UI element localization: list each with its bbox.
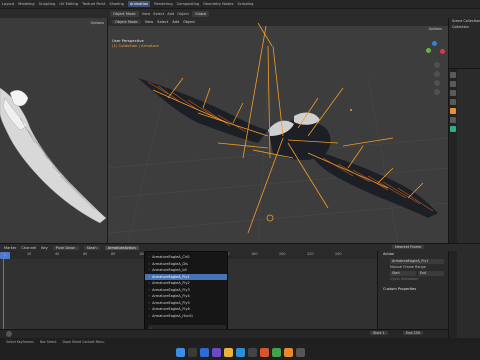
start-frame-field[interactable]: Start 1 [370, 331, 388, 335]
end-field[interactable]: End [418, 271, 444, 276]
store-icon[interactable] [247, 348, 257, 357]
camera-viewport[interactable]: Options [0, 18, 107, 243]
key-menu[interactable]: Key [41, 246, 48, 250]
cyclic-animation-checkbox[interactable]: Cyclic Animation [378, 276, 448, 282]
action-item[interactable]: ᚲ ArmatureEagleA_Hunt1 [145, 313, 227, 320]
workspace-tab[interactable]: Rendering [154, 2, 172, 6]
workspace-tab[interactable]: Modeling [18, 2, 34, 6]
tool-tab-icon[interactable] [450, 72, 456, 78]
object-menu[interactable]: Object [177, 12, 189, 16]
top-bar: Layout Modeling Sculpting UV Editing Tex… [0, 0, 480, 18]
record-icon[interactable] [6, 331, 12, 337]
workspace-tab[interactable]: Scripting [237, 2, 253, 6]
status-hint: Dope Sheet Context Menu [62, 339, 105, 344]
edge-icon[interactable] [235, 348, 245, 357]
action-icon: ᚲ [148, 313, 151, 318]
properties-tabs [449, 69, 457, 350]
ruler-tick: 180 [251, 252, 258, 256]
grid-toggle-icon[interactable] [434, 89, 440, 95]
3d-viewport[interactable]: Object Mode View Select Add Object Optio… [107, 18, 448, 243]
object-tab-icon[interactable] [450, 108, 456, 114]
workspace-tab-active[interactable]: Animation [127, 1, 151, 7]
action-dropdown-menu: ᚲ ArmatureEagleA_Cir0 ᚲ ArmatureEagleA_Dis… [144, 251, 228, 335]
chat-icon[interactable] [211, 348, 221, 357]
scene-tab-icon[interactable] [450, 99, 456, 105]
data-tab-icon[interactable] [450, 126, 456, 132]
dopesheet-header: Marker Channel Key Push Down Stash Armat… [0, 243, 480, 251]
select-menu[interactable]: Select [153, 12, 164, 16]
workspace-tab[interactable]: Sculpting [39, 2, 56, 6]
push-down-button[interactable]: Push Down [52, 245, 79, 250]
options-button[interactable]: Options [90, 21, 104, 25]
ruler-tick: 20 [27, 252, 32, 256]
workspace-tabs: Layout Modeling Sculpting UV Editing Tex… [0, 0, 480, 8]
ruler-tick: 220 [307, 252, 314, 256]
view-menu[interactable]: View [142, 12, 151, 16]
status-bar: Select Keyframes Box Select Dope Sheet C… [0, 338, 480, 345]
workspace-tab[interactable]: Texture Paint [82, 2, 105, 6]
outliner-item[interactable]: Collection [449, 24, 480, 30]
properties-panel [448, 68, 480, 350]
eagle-armature-scene [108, 22, 448, 243]
x-axis-icon[interactable] [440, 49, 445, 54]
workspace-tab[interactable]: Geometry Nodes [203, 2, 233, 6]
channel-menu[interactable]: Channel [21, 246, 36, 250]
playback-bar: Start 1 End 250 [0, 329, 448, 338]
workspace-tab[interactable]: Compositing [177, 2, 200, 6]
outliner: Scene Collection Collection [448, 18, 480, 68]
status-hint: Select Keyframes [6, 339, 34, 344]
camera-icon[interactable] [434, 80, 440, 86]
action-side-panel: Action ArmatureEagleA_Fly1 Manual Frame … [377, 251, 448, 329]
search-icon[interactable] [187, 348, 197, 357]
add-menu[interactable]: Add [167, 12, 174, 16]
pan-icon[interactable] [434, 71, 440, 77]
output-tab-icon[interactable] [450, 90, 456, 96]
playhead-line [3, 259, 4, 329]
ruler-tick: 240 [335, 252, 342, 256]
app-icon[interactable] [295, 348, 305, 357]
navigation-gizmo[interactable] [418, 40, 448, 100]
z-axis-icon[interactable] [432, 41, 437, 46]
task-view-icon[interactable] [199, 348, 209, 357]
render-tab-icon[interactable] [450, 81, 456, 87]
workspace-tab[interactable]: UV Editing [59, 2, 78, 6]
ruler-tick: 40 [55, 252, 60, 256]
current-frame-indicator[interactable]: 1 [0, 252, 10, 259]
os-taskbar [0, 345, 480, 360]
snapping-dropdown[interactable]: Nearest Frame [392, 245, 425, 249]
viewport-header: Object Mode View Select Add Object Globa… [0, 8, 480, 18]
ruler-tick: 60 [83, 252, 88, 256]
file-explorer-icon[interactable] [223, 348, 233, 357]
ruler-tick: 80 [111, 252, 116, 256]
action-selector[interactable]: ArmatureAction [104, 245, 139, 250]
ruler-tick: 200 [279, 252, 286, 256]
app-icon[interactable] [271, 348, 281, 357]
workspace-tab[interactable]: Layout [2, 2, 14, 6]
manual-frame-range-checkbox[interactable]: Manual Frame Range [378, 264, 448, 270]
white-eagle-model [0, 87, 107, 224]
modifier-tab-icon[interactable] [450, 117, 456, 123]
windows-start-icon[interactable] [175, 348, 185, 357]
zoom-icon[interactable] [434, 62, 440, 68]
y-axis-icon[interactable] [426, 48, 431, 53]
mode-dropdown[interactable]: Object Mode [110, 10, 139, 17]
action-panel-header[interactable]: Action [378, 251, 448, 258]
end-frame-field[interactable]: End 250 [403, 331, 424, 335]
blender-icon[interactable] [283, 348, 293, 357]
marker-menu[interactable]: Marker [4, 246, 16, 250]
stash-button[interactable]: Stash [83, 245, 100, 250]
workspace-tab[interactable]: Shading [109, 2, 124, 6]
custom-properties-header[interactable]: Custom Properties [378, 286, 448, 293]
transform-orientation-dropdown[interactable]: Global [191, 10, 210, 17]
status-hint: Box Select [39, 339, 57, 344]
app-icon[interactable] [259, 348, 269, 357]
